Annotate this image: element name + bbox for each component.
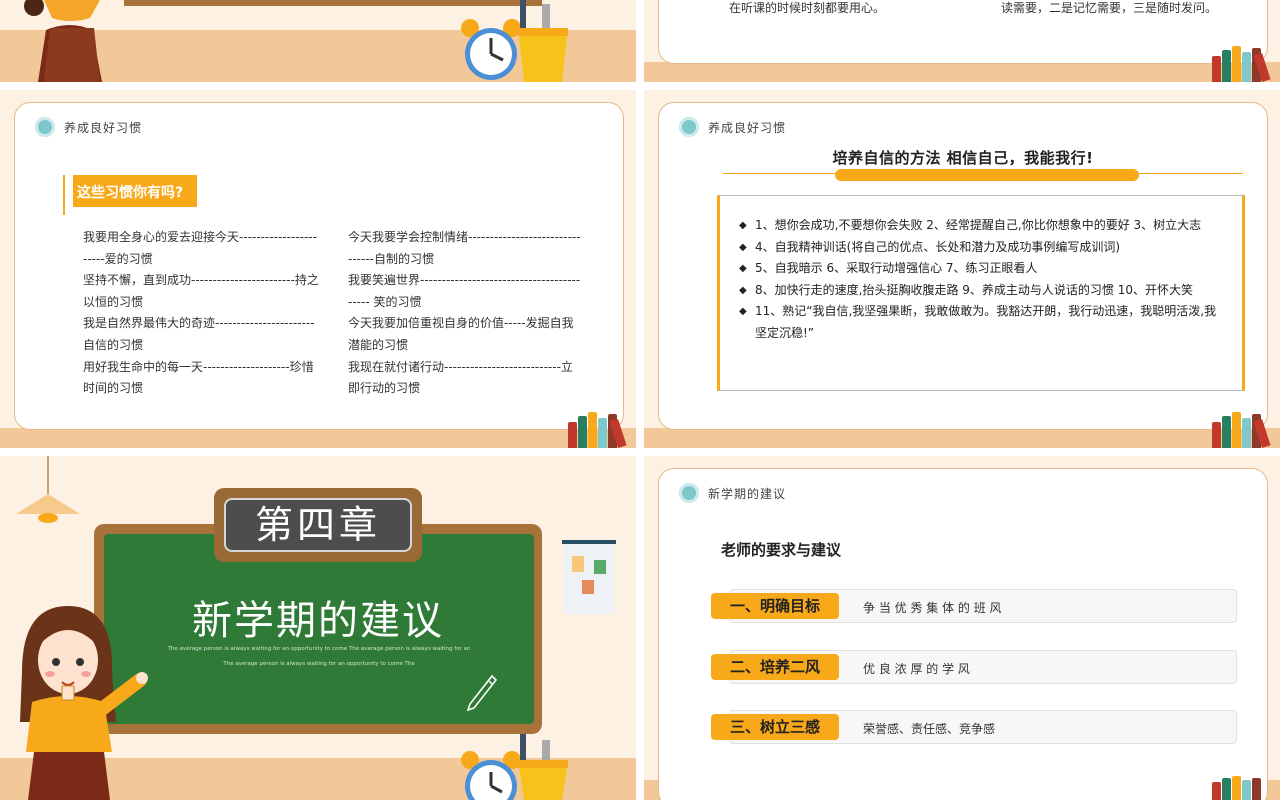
pencil-icon [466, 674, 498, 712]
suggestion-tag: 二、培养二风 [711, 654, 839, 680]
slide-habits: 养成良好习惯 这些习惯你有吗? 我要用全身心的爱去迎接今天-----------… [0, 90, 636, 448]
method-item: 11、熟记“我自信,我坚强果断，我敢做敢为。我豁达开朗，我行动迅速，我聪明活泼,… [739, 301, 1225, 344]
methods-list: 1、想你会成功,不要想你会失败 2、经常提醒自己,你比你想象中的要好 3、树立大… [739, 215, 1225, 345]
chapter-title: 新学期的建议 [192, 598, 444, 644]
wall-notes-icon [562, 540, 616, 614]
question-title: 这些习惯你有吗? [77, 185, 184, 201]
slide-top-left [0, 0, 636, 82]
suggestion-tag: 三、树立三感 [711, 714, 839, 740]
habit-item: 用好我生命中的每一天--------------------珍惜时间的习惯 [83, 359, 314, 396]
habit-item: 今天我要加倍重视自身的价值-----发掘自我潜能的习惯 [348, 316, 574, 352]
slide-chapter: 第四章 新学期的建议 The average person is always … [0, 456, 636, 800]
pencil-cup-icon [518, 734, 568, 800]
habit-item: 我是自然界最伟大的奇迹-----------------------自信的习惯 [83, 316, 315, 352]
content-card: 养成良好习惯 培养自信的方法 相信自己，我能我行! 1、想你会成功,不要想你会失… [658, 102, 1268, 430]
teacher-illustration [20, 606, 148, 800]
habit-item: 我要笑遍世界----------------------------------… [348, 273, 581, 309]
content-card: 养成良好习惯 这些习惯你有吗? 我要用全身心的爱去迎接今天-----------… [14, 102, 624, 430]
ceiling-lamp-icon [16, 456, 80, 523]
habit-item: 坚持不懈，直到成功------------------------持之以恒的习惯 [83, 273, 319, 309]
confidence-heading: 培养自信的方法 相信自己，我能我行! [832, 149, 1094, 167]
books-icon [1210, 776, 1274, 800]
section-title: 养成良好习惯 [708, 120, 787, 135]
text-fragment-left: 在听课的时候时刻都要用心。 [729, 1, 886, 15]
board-bottom-edge [124, 0, 542, 6]
content-card: 在听课的时候时刻都要用心。 读需要，二是记忆需要，三是随时发问。 [658, 0, 1268, 64]
section-header: 养成良好习惯 [679, 117, 786, 137]
heading-bar [835, 169, 1139, 181]
slide-confidence: 养成良好习惯 培养自信的方法 相信自己，我能我行! 1、想你会成功,不要想你会失… [644, 90, 1280, 448]
slide-top-right: 在听课的时候时刻都要用心。 读需要，二是记忆需要，三是随时发问。 [644, 0, 1280, 82]
method-item: 8、加快行走的速度,抬头挺胸收腹走路 9、养成主动与人说话的习惯 10、开怀大笑 [739, 280, 1225, 302]
method-item: 5、自我暗示 6、采取行动增强信心 7、练习正眼看人 [739, 258, 1225, 280]
section-dot-icon [679, 483, 699, 503]
floor-band [644, 62, 1280, 82]
suggestion-text: 荣誉感、责任感、竞争感 [863, 722, 996, 736]
chapter-subtitle-line1: The average person is always waiting for… [167, 646, 471, 652]
chapter-label: 第四章 [254, 503, 381, 547]
floor-band [644, 428, 1280, 448]
suggestion-tag: 一、明确目标 [711, 593, 839, 619]
suggestion-text: 争 当 优 秀 集 体 的 班 风 [863, 601, 1002, 615]
section-title: 养成良好习惯 [64, 120, 143, 135]
books-icon [1210, 40, 1274, 82]
section-title: 新学期的建议 [708, 486, 787, 501]
floor-band [0, 428, 636, 448]
habit-item: 我现在就付诸行动---------------------------立即行动的… [348, 359, 573, 396]
slide-suggestions: 新学期的建议 老师的要求与建议 一、明确目标 争 当 优 秀 集 体 的 班 风… [644, 456, 1280, 800]
content-card: 新学期的建议 老师的要求与建议 一、明确目标 争 当 优 秀 集 体 的 班 风… [658, 468, 1268, 800]
books-icon [566, 406, 630, 448]
books-icon [1210, 406, 1274, 448]
requirements-heading: 老师的要求与建议 [721, 541, 842, 559]
method-item: 1、想你会成功,不要想你会失败 2、经常提醒自己,你比你想象中的要好 3、树立大… [739, 215, 1225, 237]
habit-item: 今天我要学会控制情绪------------------------------… [348, 230, 581, 266]
habits-right-column: 今天我要学会控制情绪------------------------------… [348, 227, 584, 400]
habits-left-column: 我要用全身心的爱去迎接今天-----------------------爱的习惯… [83, 227, 319, 400]
section-header: 养成良好习惯 [35, 117, 142, 137]
section-dot-icon [679, 117, 699, 137]
pencil-cup-icon [518, 0, 568, 82]
suggestion-text: 优 良 浓 厚 的 学 风 [863, 662, 970, 676]
teacher-illustration-top [24, 0, 102, 82]
section-dot-icon [35, 117, 55, 137]
section-header: 新学期的建议 [679, 483, 786, 503]
chapter-subtitle-line2: The average person is always waiting for… [223, 661, 415, 667]
habit-item: 我要用全身心的爱去迎接今天-----------------------爱的习惯 [83, 230, 317, 266]
text-fragment-right: 读需要，二是记忆需要，三是随时发问。 [1001, 1, 1218, 15]
method-item: 4、自我精神训话(将自己的优点、长处和潜力及成功事例编写成训词) [739, 237, 1225, 259]
accent-line [63, 175, 65, 215]
